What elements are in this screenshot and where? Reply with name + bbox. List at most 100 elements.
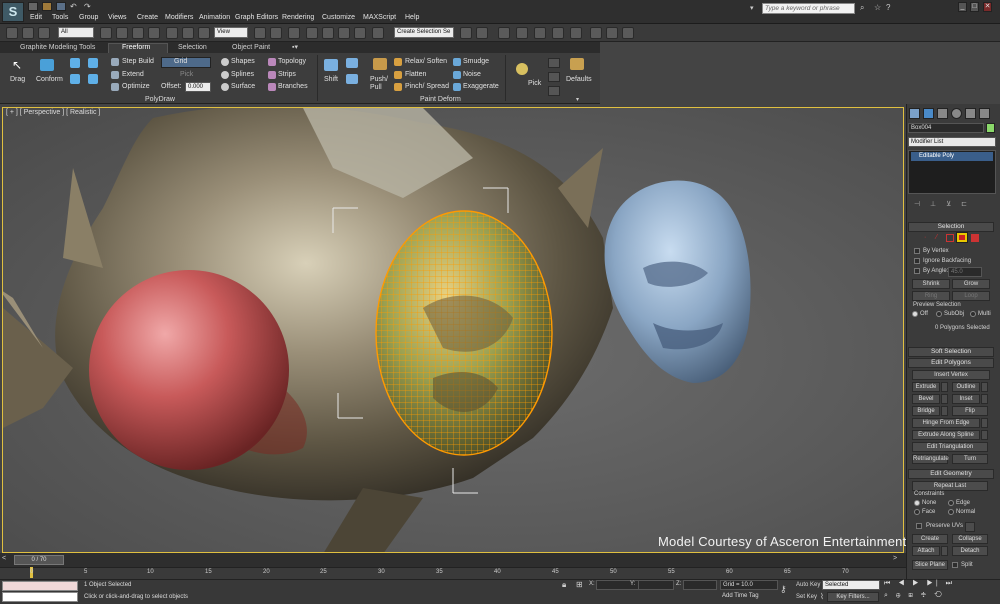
- menu-maxscript[interactable]: MAXScript: [363, 14, 396, 21]
- menu-animation[interactable]: Animation: [199, 14, 230, 21]
- redo-icon[interactable]: ↷: [84, 2, 91, 11]
- preview-off-radio[interactable]: [912, 311, 918, 317]
- topology-button[interactable]: Topology: [278, 58, 306, 65]
- conform-option-3-icon[interactable]: [70, 74, 80, 84]
- hinge-settings-button[interactable]: [981, 418, 988, 428]
- relax-soften-button[interactable]: Relax/ Soften: [405, 58, 447, 65]
- attach-button[interactable]: Attach: [912, 546, 940, 556]
- ignore-backfacing-checkbox[interactable]: [914, 258, 920, 264]
- mirror-icon[interactable]: [460, 27, 472, 39]
- shrink-button[interactable]: Shrink: [912, 279, 950, 289]
- shift-button[interactable]: Shift: [324, 76, 338, 83]
- paint-deform-panel-title[interactable]: Paint Deform: [420, 96, 461, 103]
- retriangulate-button[interactable]: Retriangulate: [912, 454, 949, 464]
- hinge-from-edge-button[interactable]: Hinge From Edge: [912, 418, 980, 428]
- move-icon[interactable]: [166, 27, 178, 39]
- preview-subobj-radio[interactable]: [936, 311, 942, 317]
- menu-help[interactable]: Help: [405, 14, 419, 21]
- polydraw-panel-title[interactable]: PolyDraw: [145, 96, 175, 103]
- help-icon[interactable]: ?: [886, 3, 890, 12]
- select-object-icon[interactable]: [100, 27, 112, 39]
- element-mode-icon[interactable]: [971, 234, 979, 242]
- key-filters-button[interactable]: Key Filters...: [827, 592, 879, 602]
- loop-button[interactable]: Loop: [952, 291, 990, 301]
- drag-button[interactable]: Drag: [10, 76, 25, 83]
- ribbon-options-icon[interactable]: ▪▾: [292, 43, 298, 51]
- edit-named-selection-icon[interactable]: [372, 27, 384, 39]
- modify-tab-icon[interactable]: [923, 108, 934, 119]
- search-input[interactable]: Type a keyword or phrase: [762, 3, 855, 14]
- select-manipulate-icon[interactable]: [270, 27, 282, 39]
- menu-create[interactable]: Create: [137, 14, 158, 21]
- percent-snap-icon[interactable]: [338, 27, 350, 39]
- extrude-spline-settings-button[interactable]: [981, 430, 988, 440]
- conform-option-2-icon[interactable]: [88, 58, 98, 68]
- maxscript-listener-field[interactable]: [2, 581, 78, 591]
- tab-freeform[interactable]: Freeform: [122, 44, 150, 51]
- undo-toolbar-icon[interactable]: [6, 27, 18, 39]
- render-production-icon[interactable]: [622, 27, 634, 39]
- motion-tab-icon[interactable]: [951, 108, 962, 119]
- pinch-spread-button[interactable]: Pinch/ Spread: [405, 83, 449, 90]
- close-button[interactable]: ✕: [983, 2, 992, 12]
- object-name-field[interactable]: Box004: [908, 123, 984, 133]
- minimize-button[interactable]: _: [958, 2, 967, 12]
- red-sphere[interactable]: [89, 270, 289, 470]
- material-editor-icon[interactable]: [570, 27, 582, 39]
- set-key-button[interactable]: Set Key: [796, 594, 817, 600]
- search-icon[interactable]: ⌕: [860, 3, 864, 13]
- extrude-button[interactable]: Extrude: [912, 382, 940, 392]
- stack-tools-icons[interactable]: ⊣ ⊥ ⊻ ⊏: [914, 200, 988, 209]
- time-slider[interactable]: [0, 553, 906, 567]
- create-button[interactable]: Create: [912, 534, 948, 544]
- unlink-icon[interactable]: [38, 27, 50, 39]
- preserve-uvs-checkbox[interactable]: [916, 523, 922, 529]
- schematic-view-icon[interactable]: [552, 27, 564, 39]
- layer-manager-icon[interactable]: [498, 27, 510, 39]
- scale-icon[interactable]: [198, 27, 210, 39]
- conform-button[interactable]: Conform: [36, 76, 63, 83]
- auto-key-button[interactable]: Auto Key: [796, 582, 820, 588]
- undo-icon[interactable]: ↶: [70, 2, 77, 11]
- ring-button[interactable]: Ring: [912, 291, 950, 301]
- vertex-mode-icon[interactable]: ·: [924, 234, 932, 242]
- preview-multi-radio[interactable]: [970, 311, 976, 317]
- snaps-toggle-icon[interactable]: [306, 27, 318, 39]
- hierarchy-tab-icon[interactable]: [937, 108, 948, 119]
- splines-button[interactable]: Splines: [231, 71, 254, 78]
- bevel-button[interactable]: Bevel: [912, 394, 940, 404]
- exaggerate-button[interactable]: Exaggerate: [463, 83, 499, 90]
- selection-filter-dropdown[interactable]: All: [58, 27, 94, 38]
- rendered-frame-icon[interactable]: [606, 27, 618, 39]
- edit-geometry-rollout-header[interactable]: Edit Geometry: [908, 469, 994, 479]
- panel-expand-icon[interactable]: ▾: [576, 96, 579, 103]
- branches-button[interactable]: Branches: [278, 83, 308, 90]
- modifier-list-dropdown[interactable]: Modifier List: [908, 137, 996, 147]
- optimize-button[interactable]: Optimize: [122, 83, 150, 90]
- border-mode-icon[interactable]: [946, 234, 954, 242]
- tab-graphite-modeling-tools[interactable]: Graphite Modeling Tools: [20, 44, 95, 51]
- repeat-last-button[interactable]: Repeat Last: [912, 481, 988, 491]
- time-slider-thumb[interactable]: 0 / 70: [14, 555, 64, 565]
- tab-object-paint[interactable]: Object Paint: [232, 44, 270, 51]
- noise-button[interactable]: Noise: [463, 71, 481, 78]
- inset-button[interactable]: Inset: [952, 394, 980, 404]
- step-build-button[interactable]: Step Build: [122, 58, 154, 65]
- next-frame-icon[interactable]: >: [893, 555, 903, 565]
- angle-snap-icon[interactable]: [322, 27, 334, 39]
- z-coordinate-input[interactable]: [683, 580, 717, 590]
- constraint-edge-radio[interactable]: [948, 500, 954, 506]
- constraint-normal-radio[interactable]: [948, 509, 954, 515]
- menu-modifiers[interactable]: Modifiers: [165, 14, 193, 21]
- menu-group[interactable]: Group: [79, 14, 98, 21]
- keyboard-shortcut-icon[interactable]: [288, 27, 300, 39]
- brush-option-1-icon[interactable]: [548, 58, 560, 68]
- extrude-settings-button[interactable]: [941, 382, 948, 392]
- inset-settings-button[interactable]: [981, 394, 988, 404]
- selection-rollout-header[interactable]: Selection: [908, 222, 994, 232]
- perspective-viewport[interactable]: [2, 107, 904, 553]
- outline-settings-button[interactable]: [981, 382, 988, 392]
- flip-button[interactable]: Flip: [952, 406, 988, 416]
- utilities-tab-icon[interactable]: [979, 108, 990, 119]
- named-selection-dropdown[interactable]: Create Selection Se: [394, 27, 454, 38]
